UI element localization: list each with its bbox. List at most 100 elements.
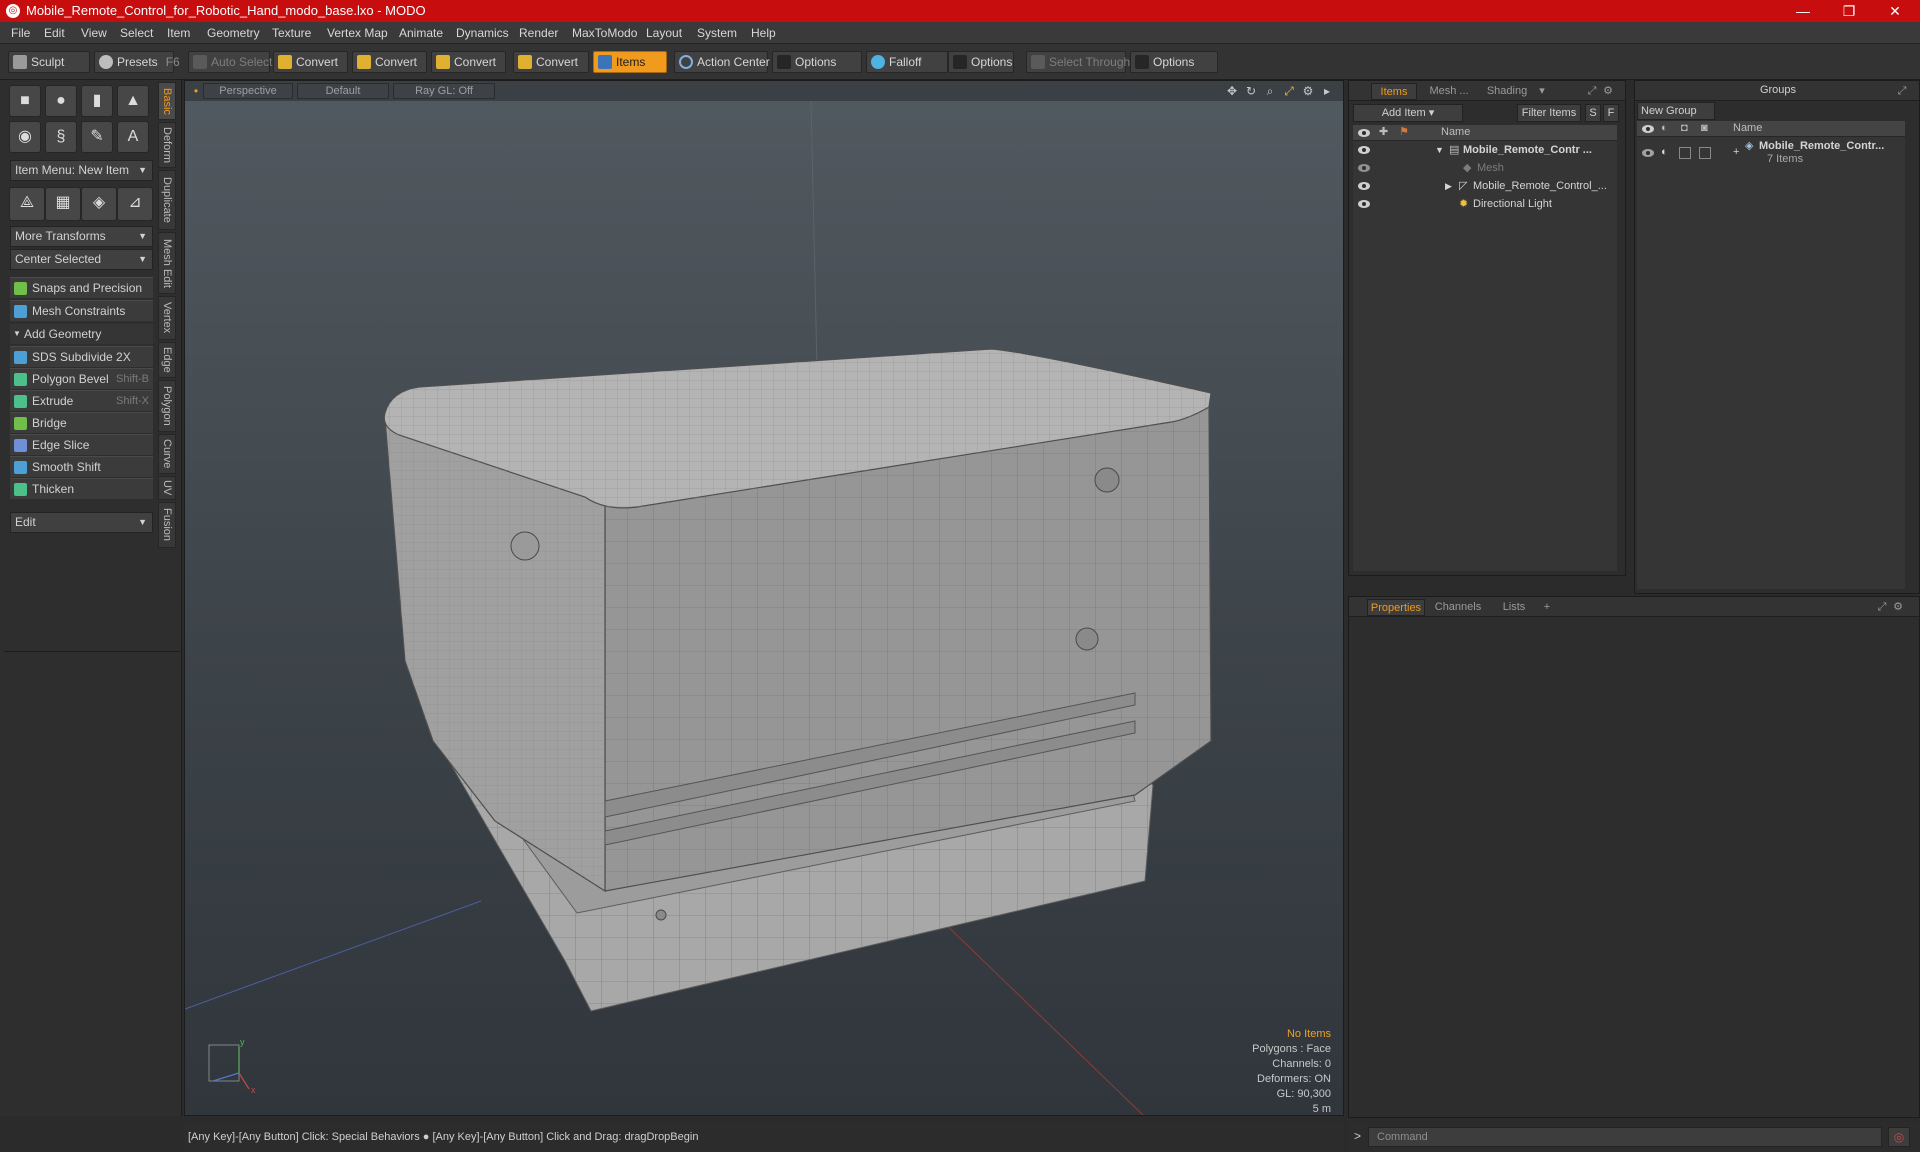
menu-dynamics[interactable]: Dynamics: [456, 26, 509, 40]
render-toggle-icon[interactable]: ◐: [1661, 143, 1668, 161]
tab-uv[interactable]: UV: [158, 476, 176, 500]
tab-basic[interactable]: Basic: [158, 82, 176, 120]
tab-vertex[interactable]: Vertex: [158, 296, 176, 340]
list-item[interactable]: ▶ ◸ Mobile_Remote_Control_...: [1353, 177, 1617, 195]
eye-icon[interactable]: [1358, 146, 1370, 154]
convert-polygons-button[interactable]: Convert: [431, 51, 506, 73]
tab-edge[interactable]: Edge: [158, 342, 176, 378]
move-view-icon[interactable]: ✥: [1225, 84, 1239, 98]
add-item-button[interactable]: Add Item ▾: [1353, 104, 1463, 122]
items-mode-button[interactable]: Items: [593, 51, 667, 73]
options-button-1[interactable]: Options: [772, 51, 862, 73]
convert-vertices-button[interactable]: Convert: [273, 51, 348, 73]
eye-icon[interactable]: [1358, 164, 1370, 172]
tab-lists[interactable]: Lists: [1491, 599, 1537, 616]
viewport-settings-icon[interactable]: ⚙: [1301, 84, 1315, 98]
close-button[interactable]: ✕: [1872, 0, 1918, 22]
gear-icon[interactable]: ⚙: [1601, 83, 1615, 100]
tab-fusion[interactable]: Fusion: [158, 502, 176, 548]
gear-icon[interactable]: ⚙: [1891, 599, 1905, 616]
presets-button[interactable]: Presets F6: [94, 51, 180, 73]
expand-icon[interactable]: ⤢: [1875, 599, 1889, 616]
tab-mesh-edit[interactable]: Mesh Edit: [158, 232, 176, 294]
expand-icon[interactable]: ⤢: [1585, 83, 1599, 100]
add-tab-button[interactable]: +: [1539, 599, 1555, 616]
raygl-toggle[interactable]: Ray GL: Off: [393, 83, 495, 99]
maximize-button[interactable]: ❐: [1826, 0, 1872, 22]
rotate-view-icon[interactable]: ↻: [1244, 84, 1258, 98]
tabs-menu-arrow-icon[interactable]: ▾: [1535, 83, 1549, 100]
perspective-grid-icon[interactable]: ⊿: [117, 187, 153, 221]
perspective-dropdown[interactable]: Perspective: [203, 83, 293, 99]
tab-curve[interactable]: Curve: [158, 434, 176, 474]
options-button-3[interactable]: Options: [1130, 51, 1218, 73]
sculpt-button[interactable]: Sculpt: [8, 51, 90, 73]
menu-maxtomodo[interactable]: MaxToModo: [572, 26, 637, 40]
tab-properties[interactable]: Properties: [1367, 599, 1425, 616]
thicken-button[interactable]: Thicken: [10, 478, 153, 499]
globe-icon[interactable]: ◈: [81, 187, 117, 221]
list-item[interactable]: ✹ Directional Light: [1353, 195, 1617, 213]
filter-f-button[interactable]: F: [1603, 104, 1619, 122]
snaps-precision-button[interactable]: Snaps and Precision: [10, 277, 153, 298]
eye-icon[interactable]: [1642, 149, 1654, 157]
pen-tool-icon[interactable]: ✎: [81, 121, 113, 153]
convert-materials-button[interactable]: Convert: [513, 51, 589, 73]
cube-primitive-icon[interactable]: ■: [9, 85, 41, 117]
expand-icon[interactable]: ⤢: [1895, 83, 1909, 100]
list-item[interactable]: ◆ Mesh: [1353, 159, 1617, 177]
expand-plus-icon[interactable]: +: [1733, 143, 1739, 161]
eye-icon[interactable]: [1358, 182, 1370, 190]
shading-default-dropdown[interactable]: Default: [297, 83, 389, 99]
viewport-menu-arrow-icon[interactable]: ▸: [1320, 84, 1334, 98]
capsule-primitive-icon[interactable]: §: [45, 121, 77, 153]
menu-vertex-map[interactable]: Vertex Map: [327, 26, 388, 40]
tab-channels[interactable]: Channels: [1429, 599, 1487, 616]
checkbox-icon[interactable]: [777, 55, 791, 69]
center-selected-dropdown[interactable]: Center Selected ▼: [10, 249, 153, 270]
grid-icon[interactable]: ▦: [45, 187, 81, 221]
item-menu-dropdown[interactable]: Item Menu: New Item ▼: [10, 160, 153, 181]
menu-geometry[interactable]: Geometry: [207, 26, 260, 40]
tab-polygon[interactable]: Polygon: [158, 380, 176, 432]
auto-select-button[interactable]: Auto Select: [188, 51, 272, 73]
options-button-2[interactable]: Options: [948, 51, 1014, 73]
tab-mesh[interactable]: Mesh ...: [1421, 83, 1477, 100]
menu-select[interactable]: Select: [120, 26, 153, 40]
menu-layout[interactable]: Layout: [646, 26, 682, 40]
checkbox-icon[interactable]: [1135, 55, 1149, 69]
menu-texture[interactable]: Texture: [272, 26, 311, 40]
text-tool-icon[interactable]: A: [117, 121, 149, 153]
checkbox-icon[interactable]: [953, 55, 967, 69]
menu-render[interactable]: Render: [519, 26, 558, 40]
bridge-button[interactable]: Bridge: [10, 412, 153, 433]
triangle-down-icon[interactable]: ▼: [1435, 141, 1444, 159]
transform-icon[interactable]: ⟁: [9, 187, 45, 221]
eye-icon[interactable]: [1358, 200, 1370, 208]
cone-primitive-icon[interactable]: ▲: [117, 85, 149, 117]
menu-item[interactable]: Item: [167, 26, 190, 40]
smooth-shift-button[interactable]: Smooth Shift: [10, 456, 153, 477]
tab-duplicate[interactable]: Duplicate: [158, 170, 176, 230]
menu-file[interactable]: File: [11, 26, 30, 40]
edge-slice-button[interactable]: Edge Slice: [10, 434, 153, 455]
select-checkbox[interactable]: [1699, 147, 1711, 159]
select-through-button[interactable]: Select Through: [1026, 51, 1130, 73]
filter-items-button[interactable]: Filter Items: [1517, 104, 1581, 122]
cylinder-primitive-icon[interactable]: ▮: [81, 85, 113, 117]
falloff-button[interactable]: Falloff: [866, 51, 948, 73]
triangle-right-icon[interactable]: ▶: [1445, 177, 1452, 195]
tab-shading[interactable]: Shading: [1479, 83, 1535, 100]
add-geometry-header[interactable]: ▼ Add Geometry: [10, 324, 153, 344]
menu-edit[interactable]: Edit: [44, 26, 65, 40]
action-center-button[interactable]: Action Center: [674, 51, 770, 73]
sds-subdivide-button[interactable]: SDS Subdivide 2X: [10, 346, 153, 367]
tab-deform[interactable]: Deform: [158, 122, 176, 168]
menu-animate[interactable]: Animate: [399, 26, 443, 40]
filter-s-button[interactable]: S: [1585, 104, 1601, 122]
edit-dropdown[interactable]: Edit ▼: [10, 512, 153, 533]
menu-help[interactable]: Help: [751, 26, 776, 40]
viewport-dot-icon[interactable]: •: [189, 84, 203, 98]
menu-system[interactable]: System: [697, 26, 737, 40]
group-row[interactable]: ◐ + ◈ Mobile_Remote_Contr... 7 Items: [1637, 139, 1905, 171]
